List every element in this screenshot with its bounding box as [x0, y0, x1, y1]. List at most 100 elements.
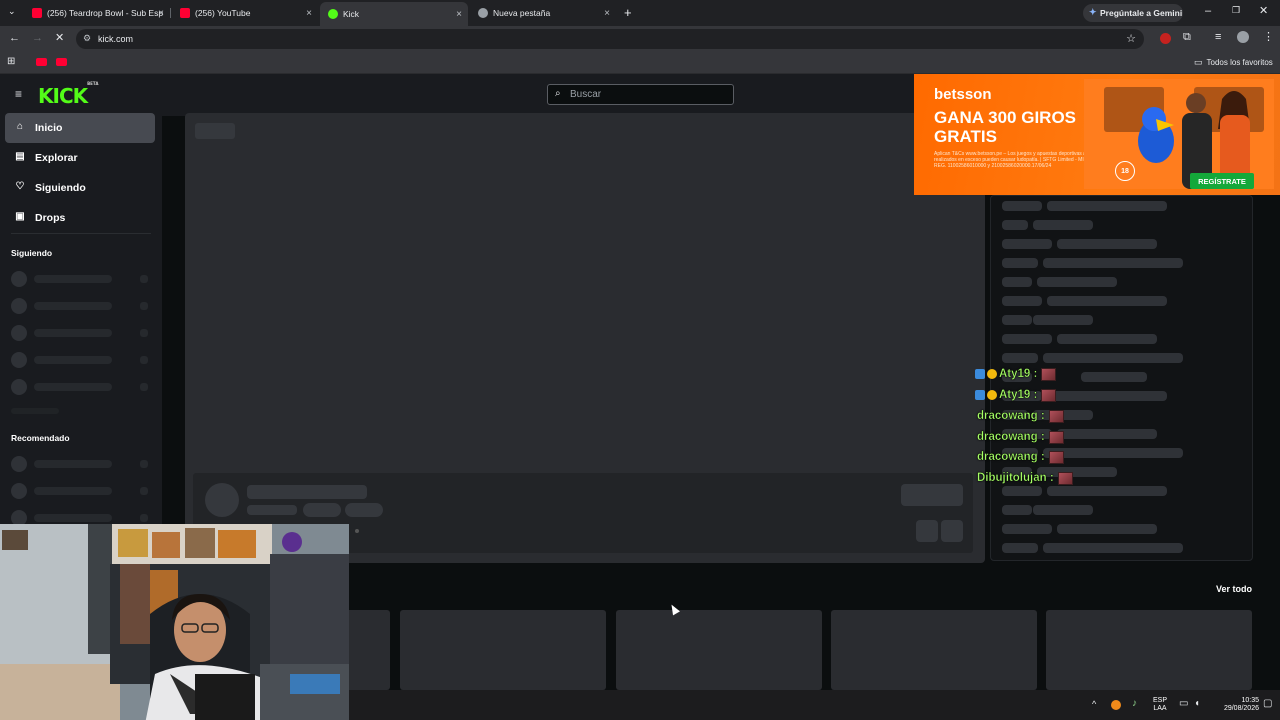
overlay-chat-line: Aty19 : [975, 387, 1057, 403]
channel-skeleton [11, 325, 151, 341]
overlay-chat-line: Dibujitolujan : [977, 470, 1073, 486]
screen: ⌄ (256) Teardrop Bowl - Sub Esp × (256) … [0, 0, 1280, 720]
search-icon: ⌕ [555, 88, 561, 99]
featured-stream-player[interactable] [185, 113, 985, 563]
address-bar[interactable]: ⚙ kick.com ☆ [76, 29, 1144, 49]
bookmark-star-icon[interactable]: ☆ [1126, 32, 1136, 45]
channel-skeleton [11, 352, 151, 368]
close-icon[interactable]: × [158, 8, 164, 19]
youtube-icon [180, 8, 190, 18]
sub-badge-icon [975, 369, 985, 379]
clock[interactable]: 10:35 29/08/2026 [1207, 697, 1259, 713]
loading-icon[interactable]: ✕ [55, 33, 64, 44]
stream-card-skeleton[interactable] [831, 610, 1037, 690]
folder-icon: ▭ [1194, 57, 1203, 67]
all-bookmarks-label: Todos los favoritos [1206, 58, 1273, 67]
maximize-icon[interactable]: ❐ [1232, 6, 1240, 15]
notifications-icon[interactable]: ▢ [1263, 699, 1272, 709]
tray-app-icon[interactable] [1111, 700, 1121, 710]
sidebar-item-siguiendo[interactable]: ♡ Siguiendo [5, 173, 155, 203]
network-icon[interactable]: ▭ [1179, 699, 1188, 709]
beta-tag: BETA [87, 81, 99, 87]
close-window-icon[interactable]: ✕ [1259, 6, 1268, 17]
close-icon[interactable]: × [456, 9, 462, 20]
bookmarks-bar: ⊞ ▭ Todos los favoritos [0, 52, 1280, 74]
logo-text: KICK [38, 84, 88, 108]
ad-brand: betsson [934, 86, 992, 103]
overlay-chat-user: dracowang : [977, 431, 1045, 443]
clock-time: 10:35 [1241, 697, 1259, 704]
profile-icon[interactable] [1237, 31, 1249, 43]
channel-skeleton [11, 483, 151, 499]
youtube-bookmark-icon[interactable] [36, 58, 47, 66]
chevron-up-icon[interactable]: ^ [1092, 700, 1096, 709]
channel-skeleton [11, 379, 151, 395]
gemini-label: Pregúntale a Gemini [1100, 8, 1183, 18]
minimize-icon[interactable]: – [1205, 6, 1211, 17]
keyboard-layout: LAA [1153, 705, 1167, 712]
webcam-scene [0, 524, 349, 720]
new-tab-icon[interactable]: + [624, 6, 632, 19]
forward-icon[interactable]: → [32, 33, 43, 44]
youtube-bookmark-icon[interactable] [56, 58, 67, 66]
extensions-icon[interactable]: ⧉ [1183, 32, 1191, 43]
clock-date: 29/08/2026 [1223, 705, 1259, 712]
gift-badge-icon [987, 369, 997, 379]
overlay-chat-user: Aty19 : [999, 368, 1038, 380]
media-icon[interactable]: ≡ [1215, 32, 1221, 43]
close-icon[interactable]: × [306, 8, 312, 19]
site-info-icon[interactable]: ⚙ [83, 33, 91, 44]
kick-logo[interactable]: KICKBETA [38, 81, 99, 108]
age-restriction-badge: 18 [1115, 161, 1135, 181]
emote-icon [1057, 471, 1073, 485]
volume-icon[interactable]: ◖ [1194, 699, 1200, 709]
channel-skeleton [11, 456, 151, 472]
windows-taskbar: ^ ♪ ESP LAA ▭ ◖ 10:35 29/08/2026 ▢ [349, 690, 1280, 720]
kick-icon [328, 9, 338, 19]
sidebar-item-label: Siguiendo [35, 182, 86, 194]
extension-badge-icon[interactable] [1160, 33, 1171, 44]
gift-badge-icon [987, 390, 997, 400]
emote-icon [1048, 430, 1064, 444]
tab-title: Kick [343, 9, 360, 19]
channel-skeleton [11, 271, 151, 287]
microphone-icon[interactable]: ♪ [1132, 699, 1137, 709]
stream-card-skeleton[interactable] [400, 610, 606, 690]
browser-tab-bar: ⌄ (256) Teardrop Bowl - Sub Esp × (256) … [0, 0, 1280, 26]
menu-icon[interactable]: ⋮ [1263, 32, 1274, 43]
back-icon[interactable]: ← [9, 33, 20, 44]
overlay-chat-user: Aty19 : [999, 389, 1038, 401]
tab-new[interactable]: Nueva pestaña × [470, 3, 616, 23]
channel-skeleton [11, 298, 151, 314]
gemini-button[interactable]: ✦ Pregúntale a Gemini [1083, 4, 1183, 22]
language-indicator[interactable]: ESP LAA [1149, 697, 1171, 713]
sidebar-item-drops[interactable]: ▣ Drops [5, 203, 155, 233]
tab-title: (256) Teardrop Bowl - Sub Esp [47, 8, 164, 18]
emote-icon [1048, 409, 1064, 423]
sidebar-item-inicio[interactable]: ⌂ Inicio [5, 113, 155, 143]
tab-teardrop[interactable]: (256) Teardrop Bowl - Sub Esp × [24, 3, 170, 23]
view-all-link[interactable]: Ver todo [1216, 584, 1252, 594]
tab-kick[interactable]: Kick × [320, 2, 468, 26]
section-recommended-title: Recomendado [11, 433, 70, 443]
tab-youtube[interactable]: (256) YouTube × [172, 3, 318, 23]
sidebar-item-label: Explorar [35, 152, 78, 164]
stream-card-skeleton[interactable] [616, 610, 822, 690]
emote-icon [1041, 388, 1057, 402]
betsson-ad-banner[interactable]: betsson GANA 300 GIROS GRATIS Aplican T&… [914, 74, 1280, 195]
tab-title: Nueva pestaña [493, 8, 551, 18]
hamburger-menu-icon[interactable]: ≡ [15, 88, 22, 100]
overlay-chat-user: dracowang : [977, 451, 1045, 463]
stream-card-skeleton[interactable] [349, 610, 390, 690]
search-input[interactable]: ⌕ Buscar [547, 84, 734, 105]
tab-search-icon[interactable]: ⌄ [8, 7, 16, 16]
stream-card-skeleton[interactable] [1046, 610, 1252, 690]
url-text: kick.com [98, 34, 134, 44]
apps-icon[interactable]: ⊞ [7, 57, 15, 67]
register-button[interactable]: REGÍSTRATE [1190, 173, 1254, 189]
overlay-chat-user: Dibujitolujan : [977, 472, 1054, 484]
close-icon[interactable]: × [604, 8, 610, 19]
overlay-chat-line: dracowang : [977, 408, 1064, 424]
sidebar-item-explorar[interactable]: ▤ Explorar [5, 143, 155, 173]
all-bookmarks[interactable]: ▭ Todos los favoritos [1194, 57, 1273, 68]
